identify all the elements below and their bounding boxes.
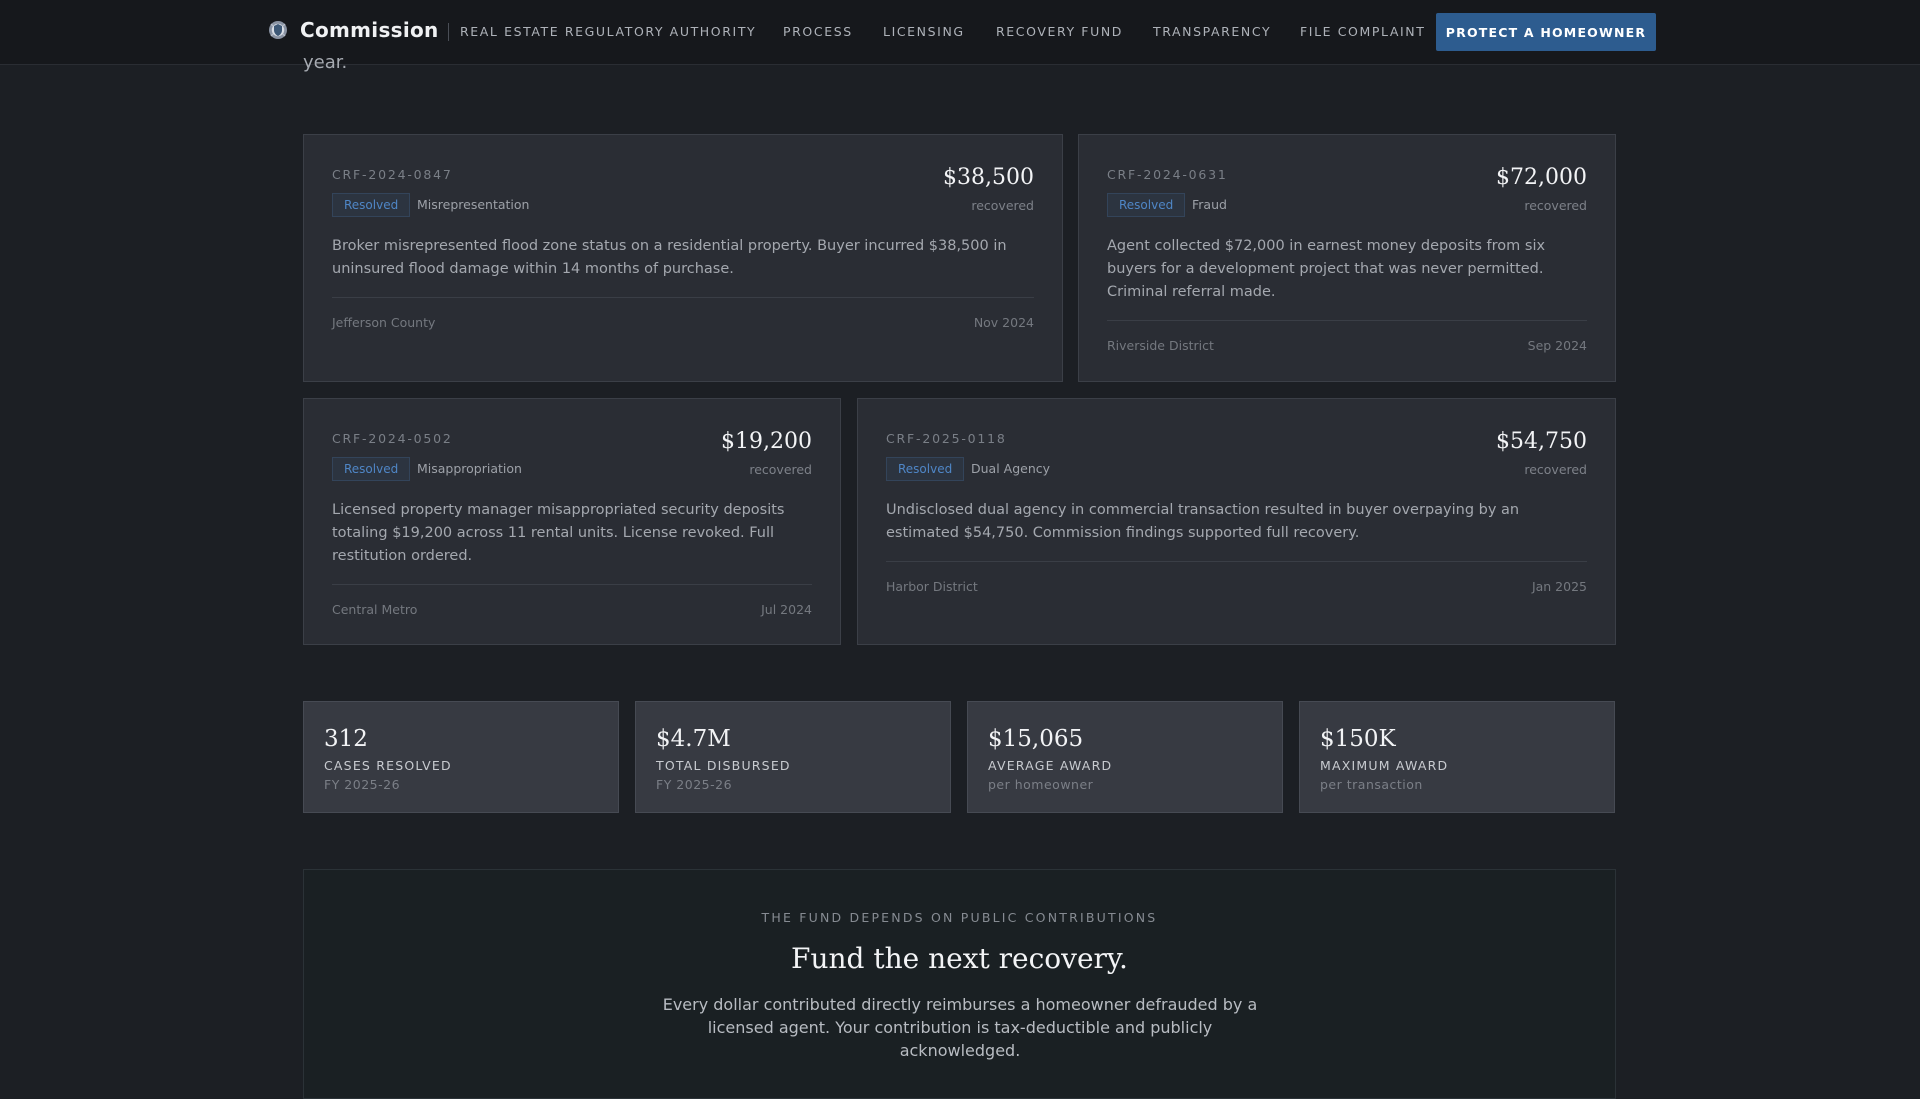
stat-card-average-award: $15,065 AVERAGE AWARD per homeowner: [967, 701, 1283, 813]
stat-value: $15,065: [988, 726, 1084, 752]
recovered-label: recovered: [971, 198, 1034, 213]
status-badge: Resolved: [332, 457, 411, 481]
recovered-label: recovered: [1524, 198, 1587, 213]
recovered-amount: $54,750: [1496, 429, 1587, 454]
nav-link-licensing[interactable]: LICENSING: [883, 24, 965, 39]
stat-label: CASES RESOLVED: [324, 758, 452, 773]
top-nav: Commission REAL ESTATE REGULATORY AUTHOR…: [0, 0, 1920, 65]
card-divider: [1107, 320, 1587, 321]
brand-name: Commission: [300, 18, 439, 42]
stat-subtext: FY 2025-26: [656, 777, 733, 792]
case-location: Jefferson County: [332, 315, 436, 330]
recovered-amount: $19,200: [721, 429, 812, 454]
case-id: CRF-2024-0847: [332, 167, 453, 182]
recovered-label: recovered: [1524, 462, 1587, 477]
contribution-body: Every dollar contributed directly reimbu…: [662, 995, 1258, 1060]
case-description: Undisclosed dual agency in commercial tr…: [886, 502, 1520, 541]
case-description: Broker misrepresented flood zone status …: [332, 238, 1007, 277]
card-divider: [332, 584, 812, 585]
card-divider: [332, 297, 1034, 298]
contribution-panel: THE FUND DEPENDS ON PUBLIC CONTRIBUTIONS…: [303, 869, 1616, 1099]
case-id: CRF-2024-0631: [1107, 167, 1228, 182]
case-card[interactable]: CRF-2024-0631 Resolved Fraud $72,000 rec…: [1078, 134, 1616, 382]
protect-homeowner-button[interactable]: PROTECT A HOMEOWNER: [1436, 13, 1656, 51]
stat-value: 312: [324, 726, 368, 752]
case-category: Fraud: [1192, 197, 1227, 212]
status-badge: Resolved: [332, 193, 411, 217]
stat-label: AVERAGE AWARD: [988, 758, 1113, 773]
nav-link-file-complaint[interactable]: FILE COMPLAINT: [1300, 24, 1425, 39]
stat-label: MAXIMUM AWARD: [1320, 758, 1449, 773]
stat-label: TOTAL DISBURSED: [656, 758, 791, 773]
brand[interactable]: Commission: [268, 18, 439, 42]
case-id: CRF-2025-0118: [886, 431, 1007, 446]
case-id: CRF-2024-0502: [332, 431, 453, 446]
shield-logo-icon: [269, 21, 287, 39]
card-divider: [886, 561, 1587, 562]
stat-card-maximum-award: $150K MAXIMUM AWARD per transaction: [1299, 701, 1615, 813]
case-date: Nov 2024: [973, 315, 1034, 330]
stat-value: $4.7M: [656, 726, 731, 752]
status-badge: Resolved: [886, 457, 965, 481]
nav-link-recovery-fund[interactable]: RECOVERY FUND: [996, 24, 1123, 39]
contribution-title: Fund the next recovery.: [791, 942, 1128, 975]
nav-link-transparency[interactable]: TRANSPARENCY: [1153, 24, 1271, 39]
case-card[interactable]: CRF-2024-0847 Resolved Misrepresentation…: [303, 134, 1063, 382]
nav-link-authority[interactable]: REAL ESTATE REGULATORY AUTHORITY: [460, 24, 756, 39]
recovered-amount: $38,500: [943, 165, 1034, 190]
case-date: Jan 2025: [1531, 579, 1587, 594]
intro-text-overflow: year.: [303, 52, 348, 73]
case-category: Misappropriation: [417, 461, 522, 476]
recovered-label: recovered: [749, 462, 812, 477]
case-date: Jul 2024: [761, 602, 812, 617]
stat-value: $150K: [1320, 726, 1396, 752]
status-badge: Resolved: [1107, 193, 1186, 217]
stat-subtext: per homeowner: [988, 777, 1094, 792]
case-description: Licensed property manager misappropriate…: [332, 502, 785, 564]
case-category: Dual Agency: [971, 461, 1051, 476]
case-category: Misrepresentation: [417, 197, 530, 212]
case-card[interactable]: CRF-2024-0502 Resolved Misappropriation …: [303, 398, 841, 645]
contribution-kicker: THE FUND DEPENDS ON PUBLIC CONTRIBUTIONS: [761, 910, 1158, 925]
case-card[interactable]: CRF-2025-0118 Resolved Dual Agency $54,7…: [857, 398, 1616, 645]
stat-card-total-disbursed: $4.7M TOTAL DISBURSED FY 2025-26: [635, 701, 951, 813]
stat-subtext: per transaction: [1320, 777, 1423, 792]
stat-card-cases-resolved: 312 CASES RESOLVED FY 2025-26: [303, 701, 619, 813]
case-description: Agent collected $72,000 in earnest money…: [1107, 238, 1546, 300]
nav-link-process[interactable]: PROCESS: [783, 24, 853, 39]
stat-subtext: FY 2025-26: [324, 777, 401, 792]
recovered-amount: $72,000: [1496, 165, 1587, 190]
case-location: Harbor District: [886, 579, 978, 594]
case-location: Riverside District: [1107, 338, 1214, 353]
case-date: Sep 2024: [1527, 338, 1587, 353]
brand-divider: [448, 23, 449, 41]
case-location: Central Metro: [332, 602, 418, 617]
